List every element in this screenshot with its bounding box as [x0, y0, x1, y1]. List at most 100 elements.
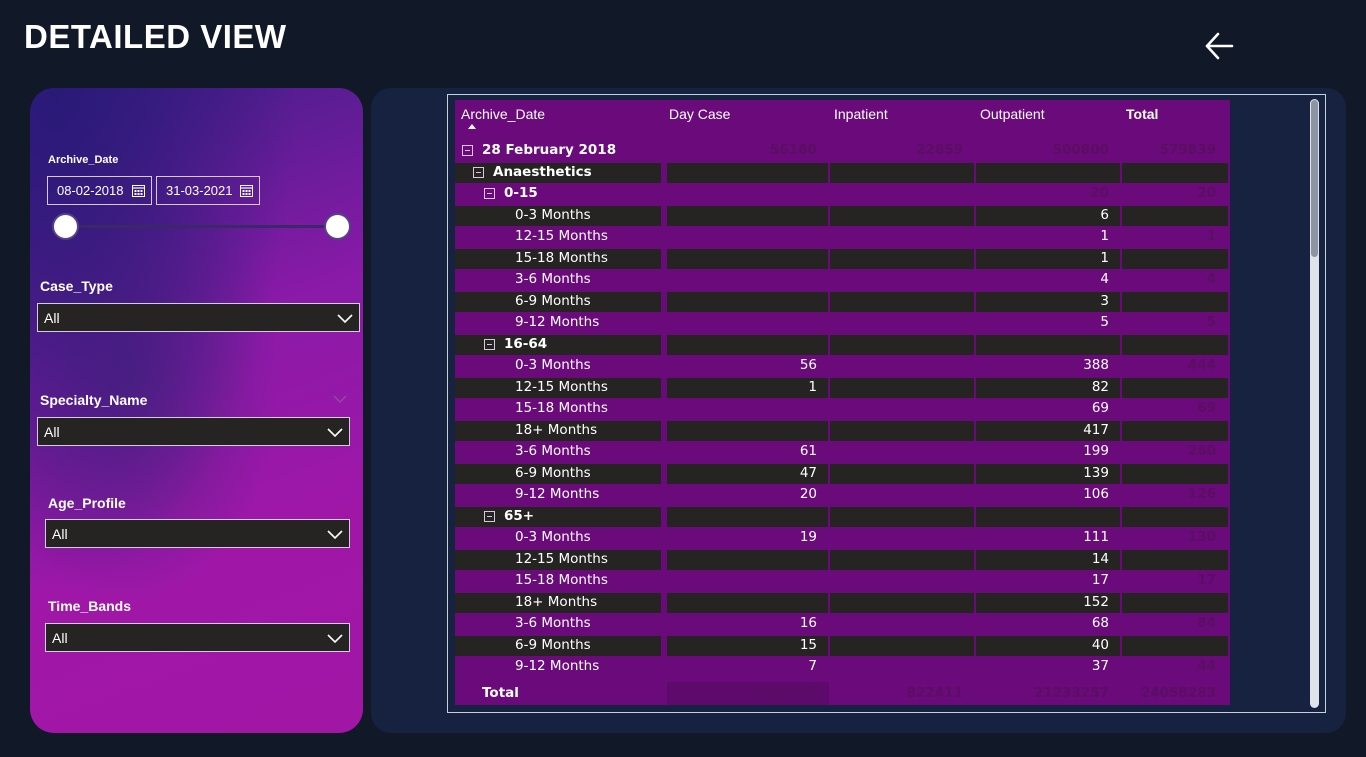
table-row: 3-6 Months 61 199 260: [455, 441, 1230, 462]
cell-total: 444: [1187, 357, 1216, 373]
cell-inpatient: [830, 656, 975, 677]
start-date-input[interactable]: 08-02-2018: [47, 176, 152, 205]
case-type-value: All: [44, 309, 60, 326]
table-row: 15-18 Months 69 69: [455, 398, 1230, 419]
table-row: 0-15 20 20: [455, 183, 1230, 204]
cell-day-case: 47: [799, 464, 817, 481]
age-profile-label: Age_Profile: [48, 495, 126, 511]
column-header-total[interactable]: Total: [1126, 100, 1226, 140]
cell-outpatient: 68: [1091, 615, 1109, 631]
cell-inpatient: [830, 398, 975, 419]
cell-day-case: 56180: [770, 142, 817, 158]
cell-total: [1122, 205, 1228, 226]
case-type-dropdown[interactable]: All: [37, 303, 360, 332]
age-profile-dropdown[interactable]: All: [45, 519, 350, 548]
cell-day-case: 1: [808, 378, 817, 395]
cell-day-case: 7: [808, 658, 817, 674]
cell-day-case: 16: [799, 615, 817, 631]
collapse-icon[interactable]: [484, 338, 495, 350]
row-label: 12-15 Months: [515, 550, 608, 567]
time-bands-dropdown[interactable]: All: [45, 623, 350, 652]
scrollbar-thumb[interactable]: [1311, 100, 1318, 257]
row-label: 0-3 Months: [515, 357, 591, 373]
cell-outpatient: 82: [1091, 378, 1109, 395]
slider-start-handle[interactable]: [52, 213, 79, 240]
cell-total: [1122, 549, 1228, 570]
cell-outpatient: 5: [1100, 314, 1109, 330]
cell-outpatient: [976, 334, 1121, 355]
table-row: 9-12 Months 7 37 44: [455, 656, 1230, 677]
column-header-day-case[interactable]: Day Case: [669, 100, 829, 140]
cell-outpatient: 14: [1091, 550, 1109, 567]
filter-panel: Archive_Date 08-02-2018 31-03-2021 Case_…: [30, 88, 363, 733]
collapse-icon[interactable]: [462, 145, 473, 156]
collapse-icon[interactable]: [484, 188, 495, 199]
date-range-slider[interactable]: [66, 225, 338, 228]
total-inpatient: 822411: [906, 685, 963, 701]
cell-total: 4: [1206, 271, 1216, 287]
table-row: 0-3 Months 6: [455, 205, 1230, 226]
cell-day-case: [667, 398, 829, 419]
report-page: DETAILED VIEW Archive_Date 08-02-2018 31…: [0, 0, 1366, 757]
cell-day-case: 20: [799, 486, 817, 502]
cell-day-case: 19: [799, 529, 817, 545]
cell-day-case: 56: [799, 357, 817, 373]
chevron-down-icon: [327, 530, 343, 540]
cell-inpatient: [830, 613, 975, 634]
cell-inpatient: [830, 183, 975, 204]
cell-inpatient: [830, 312, 975, 333]
cell-total: [1122, 291, 1228, 312]
chevron-down-icon[interactable]: [333, 394, 347, 404]
cell-total: [1122, 463, 1228, 484]
cell-outpatient: 106: [1083, 486, 1109, 502]
cell-total: 1: [1206, 228, 1216, 244]
age-profile-value: All: [52, 525, 68, 542]
table-row: 15-18 Months 1: [455, 248, 1230, 269]
cell-total: [1122, 635, 1228, 656]
specialty-name-dropdown[interactable]: All: [37, 417, 350, 446]
cell-day-case: [667, 183, 829, 204]
column-header-archive-date[interactable]: Archive_Date: [461, 100, 661, 140]
chevron-down-icon: [327, 634, 343, 644]
cell-total: 17: [1197, 572, 1216, 588]
matrix-table[interactable]: Archive_Date Day Case Inpatient Outpatie…: [455, 100, 1230, 705]
row-label: 28 February 2018: [482, 142, 617, 158]
cell-total: [1122, 592, 1228, 613]
row-label: 65+: [504, 507, 535, 524]
total-label: Total: [482, 685, 519, 701]
cell-inpatient: [830, 441, 975, 462]
end-date-input[interactable]: 31-03-2021: [156, 176, 260, 205]
row-label: 15-18 Months: [515, 400, 608, 416]
calendar-icon[interactable]: [132, 184, 145, 197]
cell-outpatient: 199: [1083, 443, 1109, 459]
slider-end-handle[interactable]: [324, 213, 351, 240]
cell-total: 20: [1197, 185, 1216, 201]
cell-day-case: [667, 506, 829, 527]
cell-outpatient: [976, 162, 1121, 183]
table-row: 6-9 Months 15 40: [455, 635, 1230, 656]
row-label: 0-3 Months: [515, 206, 591, 223]
collapse-icon[interactable]: [473, 166, 484, 178]
column-header-inpatient[interactable]: Inpatient: [834, 100, 974, 140]
row-label: 0-15: [504, 185, 538, 201]
row-label: 15-18 Months: [515, 572, 608, 588]
back-button[interactable]: [1200, 28, 1238, 64]
time-bands-value: All: [52, 629, 68, 646]
table-row: 3-6 Months 4 4: [455, 269, 1230, 290]
cell-day-case: [667, 162, 829, 183]
row-label: Anaesthetics: [493, 163, 592, 180]
collapse-icon[interactable]: [484, 510, 495, 522]
row-label: 16-64: [504, 335, 548, 352]
cell-total: [1122, 248, 1228, 269]
column-header-outpatient[interactable]: Outpatient: [980, 100, 1120, 140]
cell-day-case: [667, 269, 829, 290]
cell-inpatient: [830, 377, 975, 398]
cell-total: 84: [1197, 615, 1216, 631]
table-row: 28 February 2018 56180 22859 500800 579839: [455, 140, 1230, 161]
row-label: 18+ Months: [515, 593, 598, 610]
calendar-icon[interactable]: [240, 184, 253, 197]
vertical-scrollbar[interactable]: [1310, 99, 1319, 708]
cell-inpatient: [830, 291, 975, 312]
arrow-left-icon: [1205, 32, 1234, 60]
row-label: 12-15 Months: [515, 378, 608, 395]
